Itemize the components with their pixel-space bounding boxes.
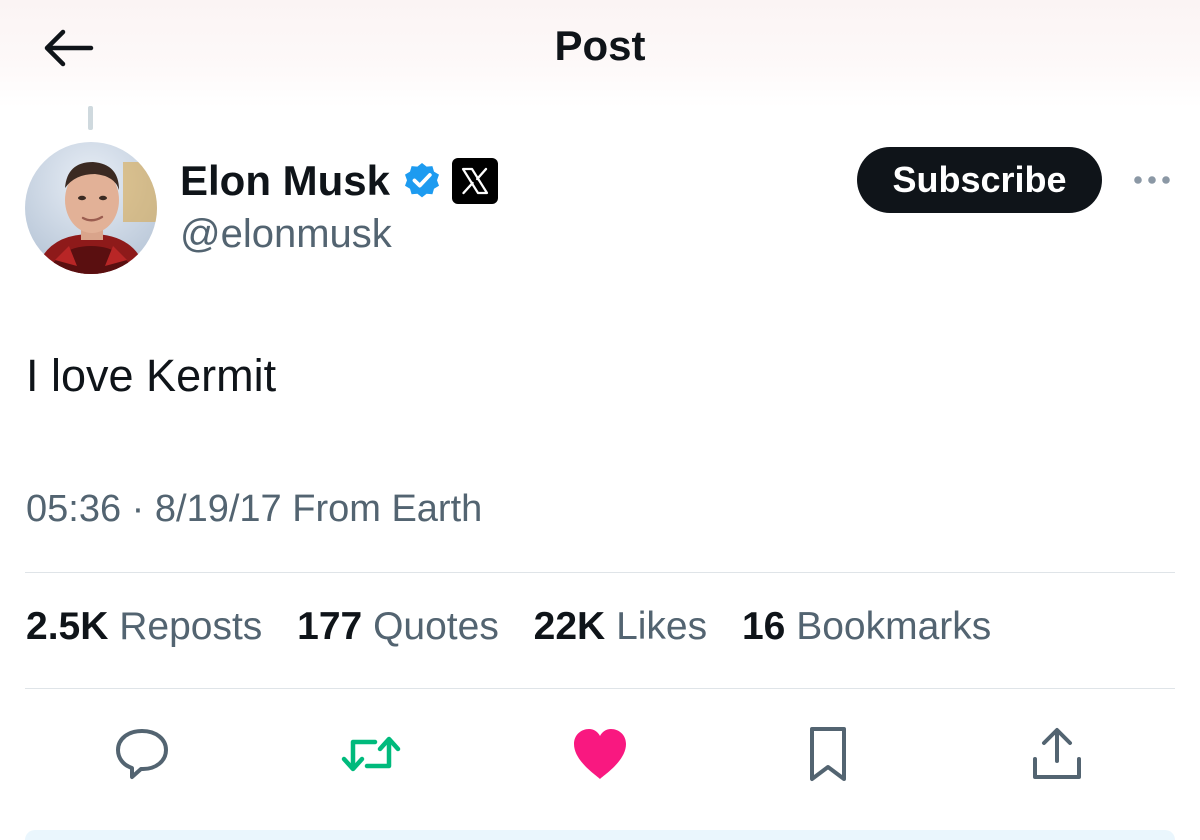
post-date[interactable]: 8/19/17 xyxy=(155,488,282,530)
stat-label: Quotes xyxy=(373,605,499,648)
post-text: I love Kermit xyxy=(26,350,277,401)
repost-icon xyxy=(341,736,401,772)
author-name-row: Elon Musk xyxy=(180,152,499,210)
stat-value: 177 xyxy=(297,605,363,648)
repost-button[interactable] xyxy=(339,722,403,786)
divider-top xyxy=(25,572,1175,573)
stat-value: 22K xyxy=(533,605,606,648)
like-button[interactable] xyxy=(568,722,632,786)
stat-bookmarks[interactable]: 16 Bookmarks xyxy=(742,605,991,649)
avatar-image xyxy=(25,142,157,274)
stat-label: Likes xyxy=(616,605,708,648)
stat-reposts[interactable]: 2.5K Reposts xyxy=(26,605,262,649)
stat-value: 16 xyxy=(741,605,786,648)
divider-bottom xyxy=(25,688,1175,689)
reply-button[interactable] xyxy=(110,722,174,786)
post-source: From Earth xyxy=(292,488,483,530)
post-time[interactable]: 05:36 xyxy=(26,488,121,530)
reply-composer-edge xyxy=(25,830,1175,840)
stat-value: 2.5K xyxy=(26,605,109,648)
x-logo-icon[interactable] xyxy=(452,158,499,204)
post-detail-page: Post Elon Musk @elonmusk Subscribe I lov… xyxy=(0,0,1200,840)
meta-separator: · xyxy=(131,488,145,530)
thread-connector-line xyxy=(88,106,93,130)
bookmark-icon xyxy=(810,727,846,781)
top-bar: Post xyxy=(0,0,1200,108)
avatar[interactable] xyxy=(25,142,157,274)
heart-icon xyxy=(574,729,626,779)
share-icon xyxy=(1033,728,1081,779)
stat-likes[interactable]: 22K Likes xyxy=(534,605,707,649)
more-options-button[interactable] xyxy=(1128,160,1176,200)
arrow-left-icon xyxy=(44,29,94,67)
author-handle[interactable]: @elonmusk xyxy=(180,212,392,257)
stat-label: Reposts xyxy=(119,605,263,648)
author-name[interactable]: Elon Musk xyxy=(180,157,390,205)
subscribe-button[interactable]: Subscribe xyxy=(857,147,1102,213)
stat-label: Bookmarks xyxy=(796,605,992,648)
back-button[interactable] xyxy=(36,20,100,76)
post-stats: 2.5K Reposts 177 Quotes 22K Likes 16 Boo… xyxy=(26,605,991,649)
more-horizontal-icon xyxy=(1134,176,1170,184)
bookmark-button[interactable] xyxy=(796,722,860,786)
reply-bubble-icon xyxy=(116,729,168,779)
post-timestamp: 05:36 · 8/19/17 From Earth xyxy=(26,488,482,531)
verified-badge-icon xyxy=(402,161,442,201)
share-button[interactable] xyxy=(1025,722,1089,786)
page-title: Post xyxy=(554,22,646,69)
stat-quotes[interactable]: 177 Quotes xyxy=(297,605,499,649)
